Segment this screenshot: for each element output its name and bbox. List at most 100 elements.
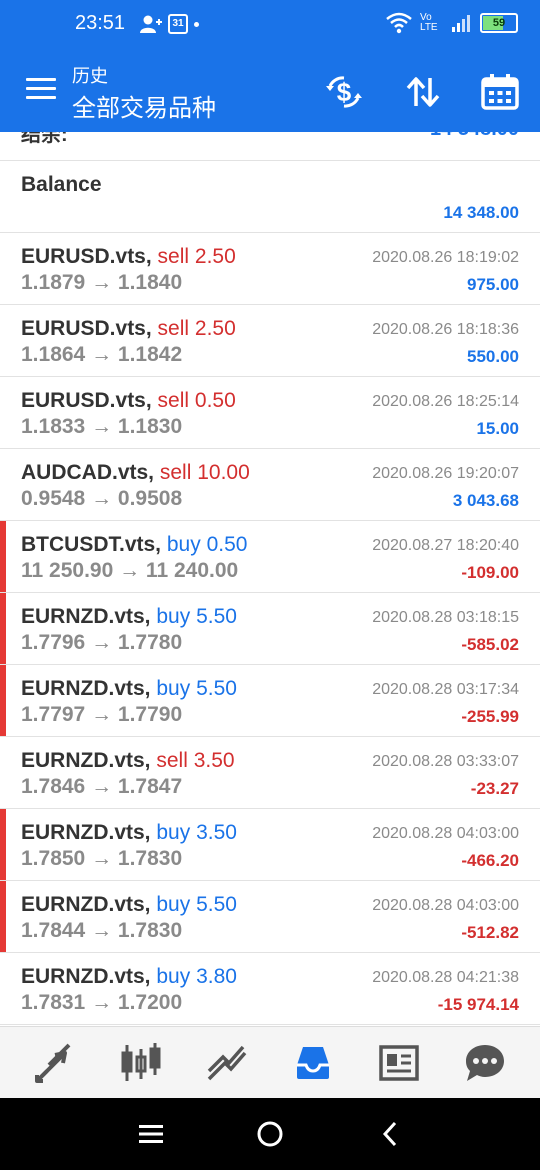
add-person-icon [140,15,162,33]
trade-symbol: EURUSD.vts, [21,245,152,268]
trade-row[interactable]: BTCUSDT.vts, buy 0.50 11 250.90 → 11 240.… [0,521,540,593]
status-bar: 23:51 31 Vo LTE 59 [0,0,540,50]
calendar-day: 31 [172,18,184,29]
trade-prices: 11 250.90 → 11 240.00 [21,559,239,582]
battery-icon: 59 [480,13,518,33]
trade-row[interactable]: EURNZD.vts, buy 3.50 1.7850 → 1.7830 2020.… [0,809,540,881]
trade-prices: 1.7844 → 1.7830 [21,919,183,942]
trade-title: EURUSD.vts, sell 2.50 [21,245,236,269]
balance-row[interactable]: Balance 14 348.00 [0,161,540,233]
trade-symbol: EURNZD.vts, [21,893,151,916]
trade-datetime: 2020.08.26 18:19:02 [372,249,519,266]
trade-prices: 1.7831 → 1.7200 [21,991,183,1014]
calendar-notification-icon: 31 [168,14,188,34]
news-icon[interactable] [377,1041,421,1085]
chat-icon[interactable] [463,1041,507,1085]
volte-label: Vo LTE [420,12,438,33]
sort-icon[interactable] [403,72,443,112]
trade-title: EURUSD.vts, sell 2.50 [21,317,236,341]
signal-icon [452,15,470,32]
trade-profit: -255.99 [461,707,519,726]
trade-row[interactable]: EURUSD.vts, sell 2.50 1.1864 → 1.1842 2020… [0,305,540,377]
trade-datetime: 2020.08.28 04:21:38 [372,969,519,986]
trade-prices: 1.7846 → 1.7847 [21,775,183,798]
trade-profit: -585.02 [461,635,519,654]
home-icon[interactable] [256,1120,284,1148]
trade-side-volume: buy 3.80 [156,965,237,988]
trade-row[interactable]: EURNZD.vts, buy 3.80 1.7831 → 1.7200 2020.… [0,953,540,1025]
trade-symbol: EURNZD.vts, [21,605,151,628]
trade-profit: 15.00 [476,419,519,438]
trade-profit: 975.00 [467,275,519,294]
trade-side-volume: buy 3.50 [156,821,237,844]
trade-datetime: 2020.08.28 03:33:07 [372,753,519,770]
trade-side-volume: sell 3.50 [156,749,235,772]
trade-prices: 1.1879 → 1.1840 [21,271,183,294]
summary-value: 14 348.00 [430,132,519,141]
battery-level: 59 [492,17,506,29]
trade-symbol: EURNZD.vts, [21,821,151,844]
history-icon[interactable] [291,1041,335,1085]
summary-label: 结余: [21,132,68,146]
trade-icon[interactable] [205,1041,249,1085]
trade-row[interactable]: AUDCAD.vts, sell 10.00 0.9548 → 0.9508 202… [0,449,540,521]
chart-icon[interactable] [119,1041,163,1085]
back-icon[interactable] [380,1120,400,1148]
trade-row[interactable]: EURNZD.vts, buy 5.50 1.7796 → 1.7780 2020.… [0,593,540,665]
trade-title: EURNZD.vts, buy 5.50 [21,893,237,917]
page-subtitle: 历史 [72,66,108,86]
trade-symbol: EURNZD.vts, [21,965,151,988]
trade-title: EURNZD.vts, buy 3.50 [21,821,237,845]
trade-prices: 1.1833 → 1.1830 [21,415,183,438]
currency-exchange-icon[interactable]: $ [324,72,364,112]
trade-prices: 1.7797 → 1.7790 [21,703,183,726]
trade-side-volume: buy 5.50 [156,893,237,916]
trade-title: BTCUSDT.vts, buy 0.50 [21,533,247,557]
trade-row[interactable]: EURNZD.vts, buy 5.50 1.7844 → 1.7830 2020.… [0,881,540,953]
recents-icon[interactable] [138,1122,164,1146]
trade-side-volume: sell 2.50 [157,245,236,268]
quotes-icon[interactable] [33,1041,77,1085]
dot-icon [194,21,199,27]
trade-datetime: 2020.08.28 03:17:34 [372,681,519,698]
trade-prices: 1.7850 → 1.7830 [21,847,183,870]
status-time: 23:51 [75,12,126,34]
trade-side-volume: buy 5.50 [156,677,237,700]
trade-row[interactable]: EURNZD.vts, sell 3.50 1.7846 → 1.7847 2020… [0,737,540,809]
trade-row[interactable]: EURNZD.vts, buy 5.50 1.7797 → 1.7790 2020.… [0,665,540,737]
trade-datetime: 2020.08.26 19:20:07 [372,465,519,482]
trade-symbol: AUDCAD.vts, [21,461,155,484]
bottom-nav [0,1026,540,1099]
trade-side-volume: sell 2.50 [157,317,236,340]
trade-datetime: 2020.08.26 18:25:14 [372,393,519,410]
system-nav [0,1098,540,1170]
calendar-icon[interactable] [480,72,520,112]
trade-datetime: 2020.08.27 18:20:40 [372,537,519,554]
trade-profit: -512.82 [461,923,519,942]
trade-title: EURUSD.vts, sell 0.50 [21,389,236,413]
trade-profit: 3 043.68 [452,491,519,510]
history-list[interactable]: 结余: 14 348.00 Balance 14 348.00 EURUSD.v… [0,132,540,1026]
trade-row[interactable]: EURUSD.vts, sell 2.50 1.1879 → 1.1840 2020… [0,233,540,305]
trade-title: AUDCAD.vts, sell 10.00 [21,461,250,485]
trade-profit: -466.20 [461,851,519,870]
trade-prices: 1.1864 → 1.1842 [21,343,183,366]
menu-icon[interactable] [26,78,56,102]
trade-symbol: EURNZD.vts, [21,749,151,772]
trade-row[interactable]: EURUSD.vts, sell 0.50 1.1833 → 1.1830 2020… [0,377,540,449]
trade-profit: -15 974.14 [437,995,519,1014]
app-bar: 历史 全部交易品种 $ [0,50,540,132]
wifi-icon [386,12,412,34]
trade-title: EURNZD.vts, sell 3.50 [21,749,235,773]
trade-profit: 550.00 [467,347,519,366]
trade-title: EURNZD.vts, buy 5.50 [21,677,237,701]
trade-symbol: EURUSD.vts, [21,317,152,340]
balance-summary-row: 结余: 14 348.00 [0,132,540,161]
page-title[interactable]: 全部交易品种 [72,88,216,123]
trade-prices: 1.7796 → 1.7780 [21,631,183,654]
svg-text:$: $ [337,77,352,107]
trade-profit: -109.00 [461,563,519,582]
trade-profit: -23.27 [470,779,519,798]
trade-prices: 0.9548 → 0.9508 [21,487,183,510]
trade-side-volume: sell 10.00 [159,461,250,484]
